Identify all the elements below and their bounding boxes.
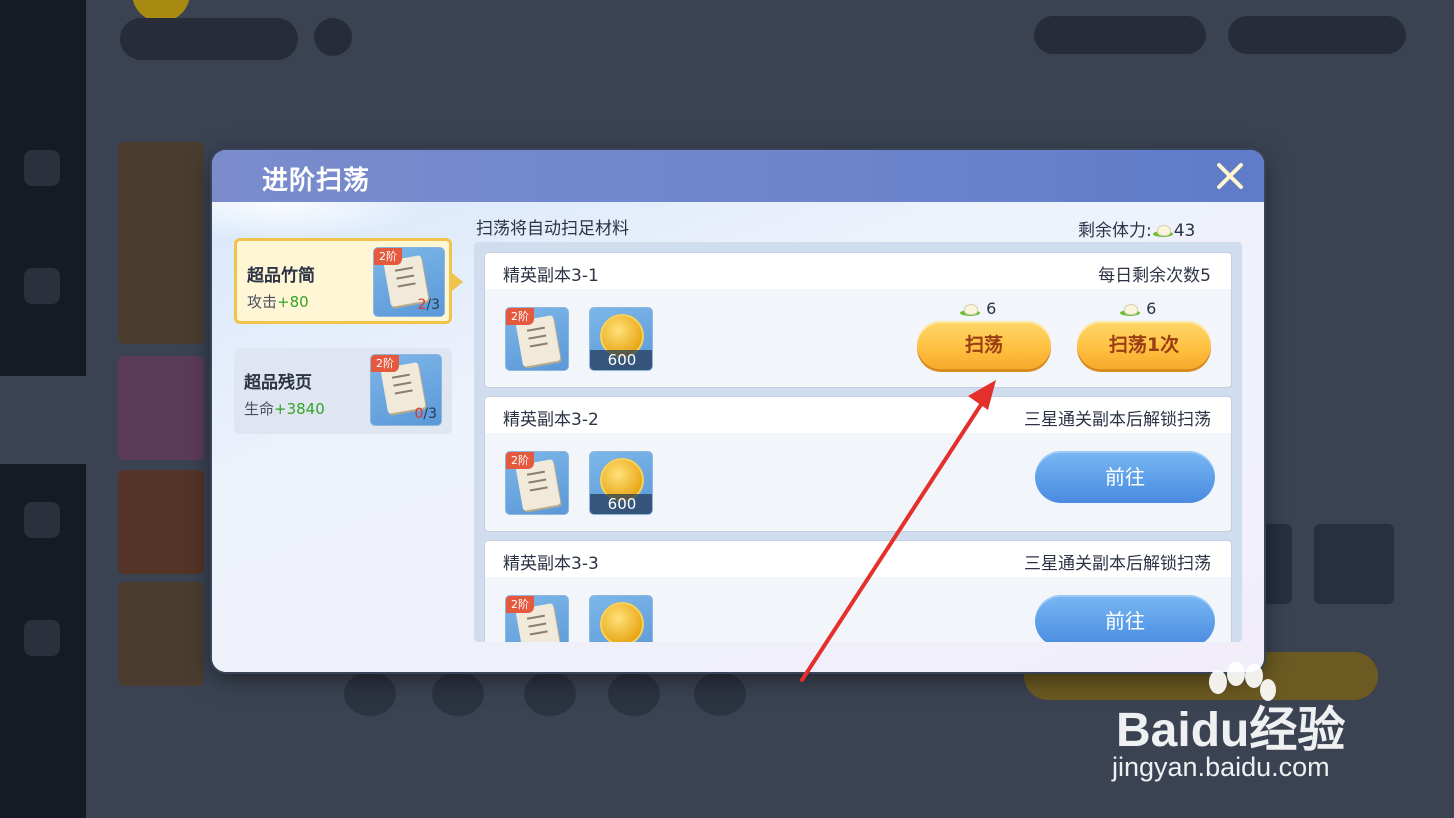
- stamina-value: 43: [1173, 221, 1196, 241]
- dialog-title: 进阶扫荡: [262, 166, 371, 196]
- watermark-brand: Baidu经验: [1116, 704, 1346, 757]
- material-name: 超品竹简: [247, 266, 315, 286]
- tier-badge: 2阶: [371, 355, 399, 372]
- background-sidebar-selected: [0, 376, 86, 464]
- background-gear-icon: [24, 502, 60, 538]
- background-circle: [608, 672, 660, 716]
- advanced-sweep-dialog: 进阶扫荡 超品竹简 攻击+80 2阶 2/3 超品残页 生命+3840 2阶 0…: [212, 150, 1264, 672]
- background-circle: [432, 672, 484, 716]
- background-hero-card: [118, 356, 204, 460]
- stamina-label: 剩余体力:: [1078, 221, 1152, 241]
- scroll-icon: 2阶 2/3: [373, 247, 445, 317]
- close-icon: [1217, 163, 1243, 189]
- sweep-cost: 6: [959, 299, 996, 318]
- background-circle: [344, 672, 396, 716]
- stage-header: 精英副本3-3 三星通关副本后解锁扫荡: [485, 541, 1231, 577]
- material-stat: 生命+3840: [244, 398, 325, 419]
- material-name: 超品残页: [244, 373, 312, 393]
- sweep-once-button[interactable]: 扫荡1次: [1077, 321, 1211, 369]
- gold-coin-icon[interactable]: 600: [589, 307, 653, 371]
- material-stat-value: +3840: [274, 400, 325, 418]
- watermark-url: jingyan.baidu.com: [1112, 752, 1330, 782]
- background-shop-icon: [24, 150, 60, 186]
- background-slot: [1314, 524, 1394, 604]
- close-button[interactable]: [1212, 158, 1248, 194]
- stage-name: 精英副本3-3: [503, 554, 599, 574]
- tier-badge: 2阶: [374, 248, 402, 265]
- sweep-button[interactable]: 扫荡: [917, 321, 1051, 369]
- background-hero-icon: [24, 268, 60, 304]
- gold-coin-icon[interactable]: 600: [589, 451, 653, 515]
- material-count: 0/3: [414, 406, 437, 422]
- stage-row: 精英副本3-3 三星通关副本后解锁扫荡 2阶 前往: [484, 540, 1232, 642]
- background-hero-card: [118, 142, 204, 246]
- coin-amount: 600: [590, 350, 652, 370]
- stage-list[interactable]: 精英副本3-1 每日剩余次数5 2阶 600 6 扫荡 6 扫荡1次 精英副本3…: [474, 242, 1242, 642]
- material-stat-value: +80: [277, 293, 309, 311]
- stage-lock-hint: 三星通关副本后解锁扫荡: [1024, 554, 1211, 574]
- goto-button[interactable]: 前往: [1035, 595, 1215, 642]
- stage-row: 精英副本3-1 每日剩余次数5 2阶 600 6 扫荡 6 扫荡1次: [484, 252, 1232, 388]
- material-item-page[interactable]: 超品残页 生命+3840 2阶 0/3: [234, 348, 452, 434]
- stage-header: 精英副本3-1 每日剩余次数5: [485, 253, 1231, 289]
- material-stat-label: 攻击: [247, 293, 278, 311]
- background-help-icon: [314, 18, 352, 56]
- background-hero-card: [118, 582, 204, 686]
- sweep-once-cost: 6: [1119, 299, 1156, 318]
- coin-amount: 600: [590, 494, 652, 514]
- scroll-reward-icon[interactable]: 2阶: [505, 595, 569, 642]
- tier-badge: 2阶: [506, 308, 534, 325]
- background-stamina-pill: [1228, 16, 1406, 54]
- background-gold-pill: [1034, 16, 1206, 54]
- page-icon: 2阶 0/3: [370, 354, 442, 426]
- stage-header: 精英副本3-2 三星通关副本后解锁扫荡: [485, 397, 1231, 433]
- material-count: 2/3: [417, 297, 440, 313]
- material-stat: 攻击+80: [247, 291, 309, 312]
- scroll-reward-icon[interactable]: 2阶: [505, 451, 569, 515]
- stamina-bun-icon: [1152, 225, 1173, 237]
- background-bag-icon: [24, 620, 60, 656]
- frost-decoration: [212, 202, 432, 242]
- stamina-bun-icon: [960, 303, 980, 316]
- dialog-header: 进阶扫荡: [212, 150, 1264, 202]
- material-stat-label: 生命: [244, 400, 275, 418]
- background-back-pill: [120, 18, 298, 60]
- background-circle: [694, 672, 746, 716]
- material-item-bamboo[interactable]: 超品竹简 攻击+80 2阶 2/3: [234, 238, 463, 324]
- gold-coin-icon[interactable]: [589, 595, 653, 642]
- background-hero-card: [118, 240, 204, 344]
- background-circle: [524, 672, 576, 716]
- stage-name: 精英副本3-2: [503, 410, 599, 430]
- stage-daily-remaining: 每日剩余次数5: [1098, 266, 1211, 286]
- stage-lock-hint: 三星通关副本后解锁扫荡: [1024, 410, 1211, 430]
- stage-name: 精英副本3-1: [503, 266, 599, 286]
- scroll-reward-icon[interactable]: 2阶: [505, 307, 569, 371]
- sweep-hint: 扫荡将自动扫足材料: [476, 219, 629, 239]
- remaining-stamina: 剩余体力: 43: [1078, 216, 1195, 241]
- stamina-bun-icon: [1120, 303, 1140, 316]
- goto-button[interactable]: 前往: [1035, 451, 1215, 503]
- stage-row: 精英副本3-2 三星通关副本后解锁扫荡 2阶 600 前往: [484, 396, 1232, 532]
- background-hero-card: [118, 470, 204, 574]
- tier-badge: 2阶: [506, 452, 534, 469]
- tier-badge: 2阶: [506, 596, 534, 613]
